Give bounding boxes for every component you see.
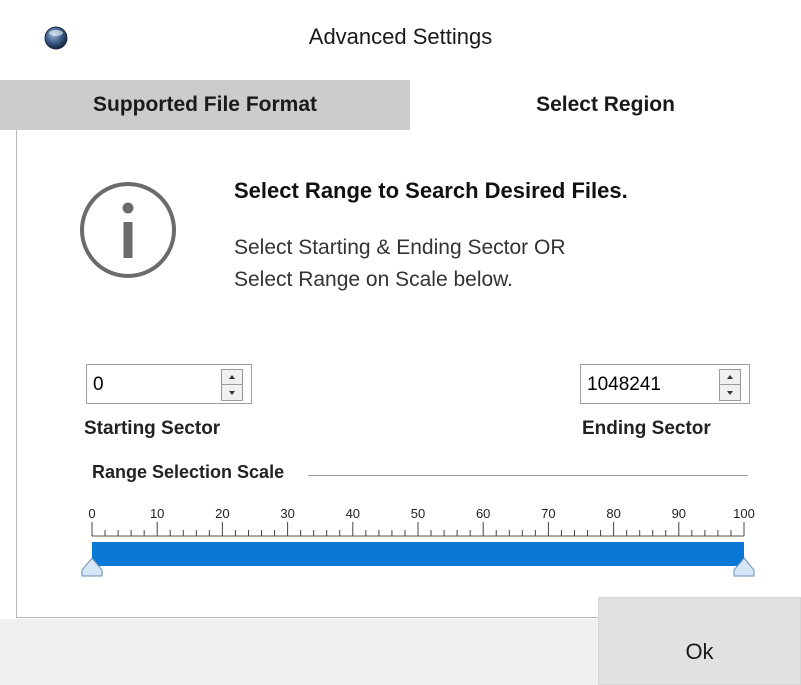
starting-sector-input[interactable] xyxy=(93,373,203,397)
range-scale-caption: Range Selection Scale xyxy=(92,462,293,483)
scale-group-divider xyxy=(308,475,748,476)
scale-tick-label: 0 xyxy=(88,506,95,521)
arrow-up-icon xyxy=(727,375,733,379)
range-selection-scale[interactable]: 0 10 20 30 40 50 60 70 80 90 100 xyxy=(80,500,760,600)
ending-sector-spinner xyxy=(580,364,750,404)
scale-tick-label: 60 xyxy=(476,506,490,521)
scale-tick-label: 100 xyxy=(733,506,755,521)
scale-tick-label: 10 xyxy=(150,506,164,521)
advanced-settings-window: Advanced Settings Supported File Format … xyxy=(0,0,801,685)
starting-sector-up-button[interactable] xyxy=(222,370,242,385)
scale-tick-label: 50 xyxy=(411,506,425,521)
ok-button[interactable]: Ok xyxy=(598,597,801,685)
starting-sector-spinner xyxy=(86,364,252,404)
info-icon xyxy=(80,182,176,278)
scale-tick-label: 30 xyxy=(280,506,294,521)
scale-tick-label: 80 xyxy=(606,506,620,521)
arrow-up-icon xyxy=(229,375,235,379)
tab-supported-file-format[interactable]: Supported File Format xyxy=(0,80,410,130)
starting-sector-down-button[interactable] xyxy=(222,385,242,400)
tab-select-region[interactable]: Select Region xyxy=(410,80,801,130)
ending-sector-input[interactable] xyxy=(587,373,697,397)
ending-sector-up-button[interactable] xyxy=(720,370,740,385)
ending-sector-down-button[interactable] xyxy=(720,385,740,400)
starting-sector-label: Starting Sector xyxy=(84,418,221,439)
scale-tick-label: 40 xyxy=(346,506,360,521)
scale-tick-label: 20 xyxy=(215,506,229,521)
starting-sector-spin-buttons xyxy=(221,369,243,401)
scale-tick-label: 70 xyxy=(541,506,555,521)
window-title: Advanced Settings xyxy=(308,24,493,49)
arrow-down-icon xyxy=(727,390,733,395)
ending-sector-label: Ending Sector xyxy=(582,418,711,439)
message-title: Select Range to Search Desired Files. xyxy=(234,178,628,203)
ok-button-label: Ok xyxy=(685,639,714,664)
scale-tick-label: 90 xyxy=(672,506,686,521)
message-line-1: Select Starting & Ending Sector OR xyxy=(234,236,566,259)
title-bar: Advanced Settings xyxy=(0,0,801,80)
arrow-down-icon xyxy=(229,390,235,395)
tab-strip: Supported File Format Select Region xyxy=(0,80,801,130)
ending-sector-spin-buttons xyxy=(719,369,741,401)
message-line-2: Select Range on Scale below. xyxy=(234,268,514,291)
selected-range-bar xyxy=(92,542,744,566)
